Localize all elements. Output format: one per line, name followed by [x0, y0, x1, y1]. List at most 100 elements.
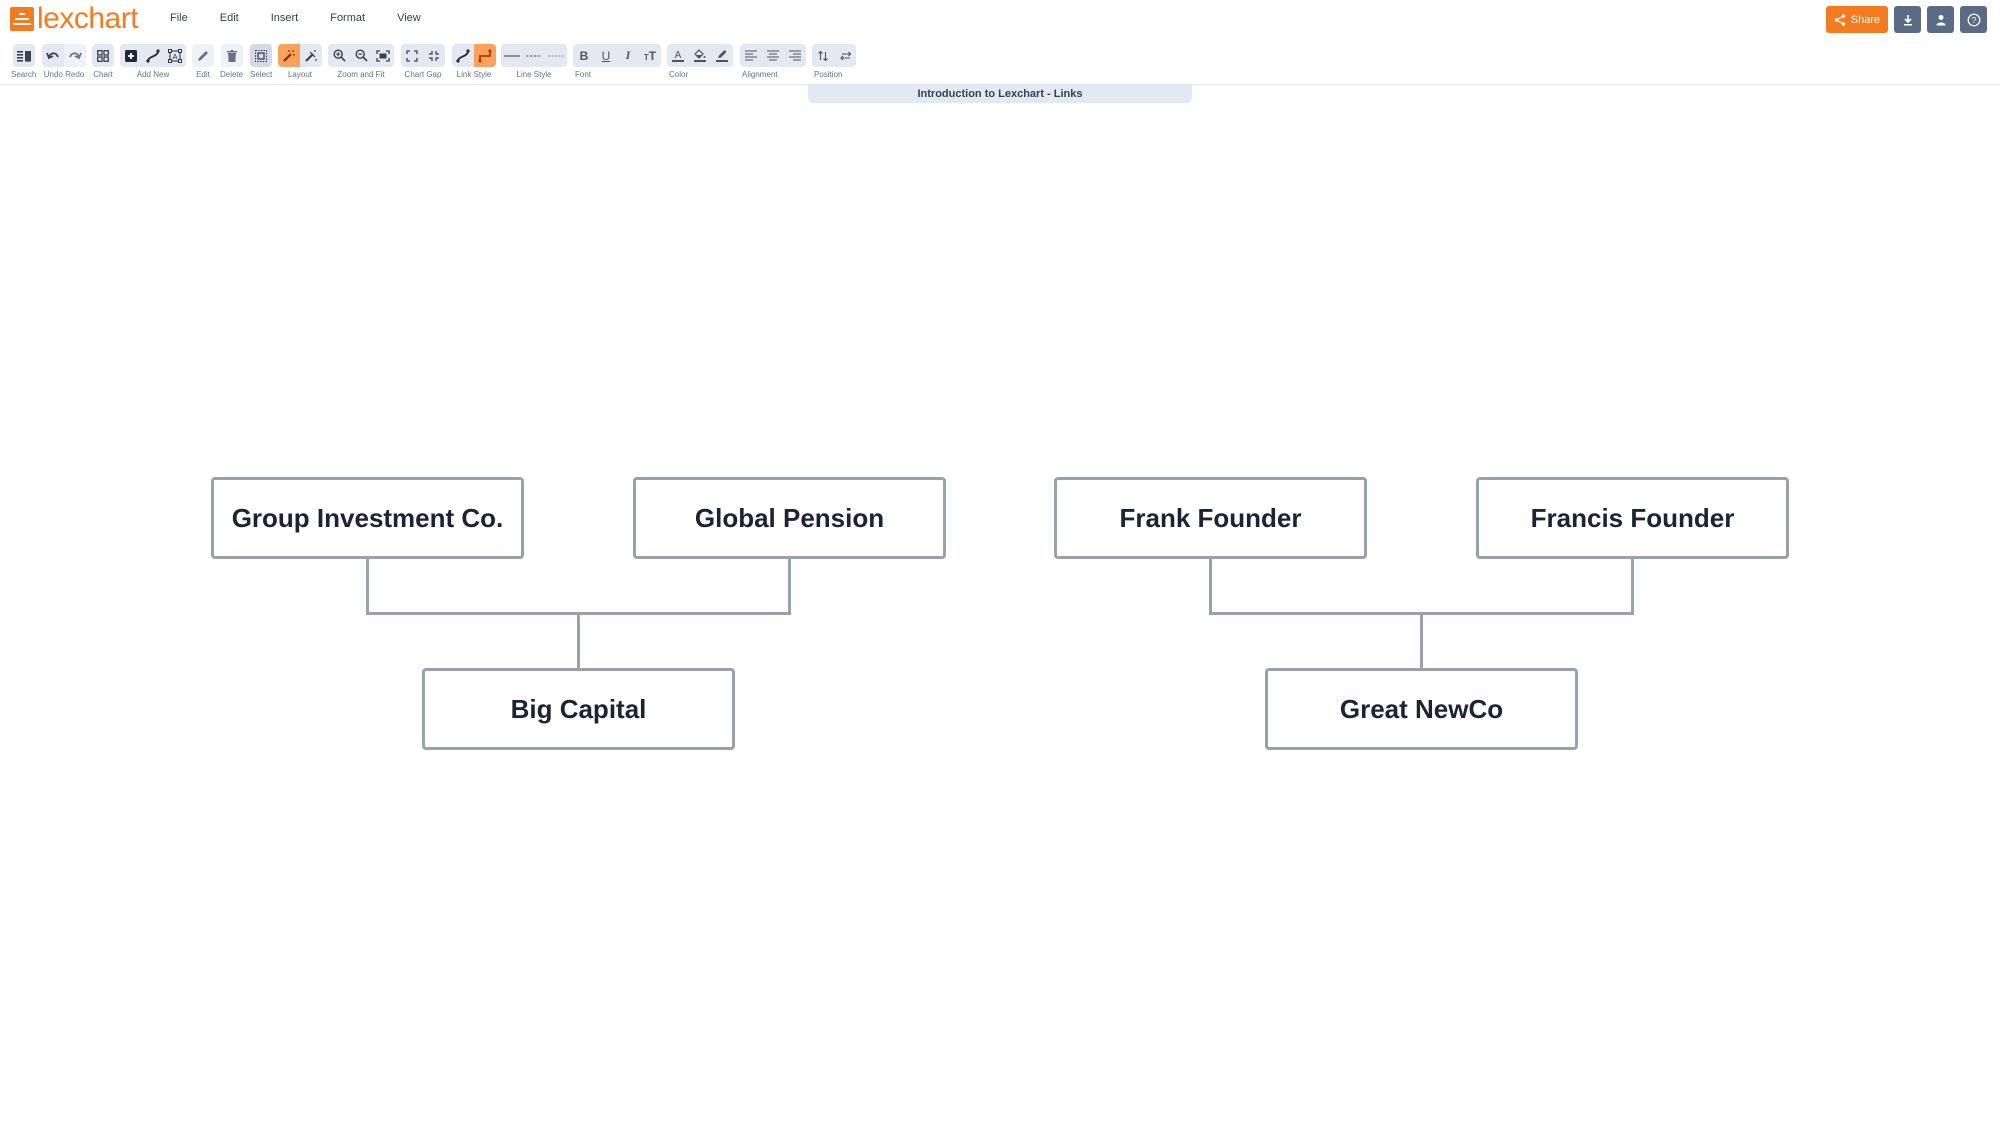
select-button[interactable]	[250, 44, 272, 67]
link-n4-n6[interactable]	[1209, 559, 1423, 668]
toolbar-label-line-style: Line Style	[516, 70, 552, 79]
toolbar-group-select: Select	[250, 44, 272, 79]
add-link-button[interactable]	[142, 44, 164, 67]
text-size-button[interactable]: TT	[639, 44, 661, 67]
node-frank-founder[interactable]: Frank Founder	[1054, 477, 1367, 559]
toolbar-label-chart: Chart	[93, 70, 113, 79]
menu-edit[interactable]: Edit	[210, 10, 249, 26]
bold-button[interactable]: B	[573, 44, 595, 67]
fill-color-icon	[694, 48, 706, 62]
toolbar-group-layout: Layout	[278, 44, 322, 79]
align-center-icon	[767, 50, 779, 61]
toolbar-group-undo-redo: Undo Redo	[42, 44, 86, 79]
layout-auto-button[interactable]	[278, 44, 300, 67]
download-button[interactable]	[1894, 6, 1921, 33]
swap-horizontal-button[interactable]	[834, 44, 856, 67]
curved-link-icon	[456, 48, 470, 63]
zoom-in-button[interactable]	[328, 44, 350, 67]
trash-icon	[226, 49, 237, 62]
add-text-icon: A	[168, 48, 182, 63]
italic-button[interactable]: I	[617, 44, 639, 67]
svg-text:A: A	[172, 52, 177, 61]
expand-gap-button[interactable]	[401, 44, 423, 67]
search-button[interactable]	[13, 44, 35, 67]
fit-button[interactable]	[372, 44, 394, 67]
fill-color-button[interactable]	[689, 44, 711, 67]
toolbar-group-chart: Chart	[92, 44, 114, 79]
help-button[interactable]: ?	[1960, 6, 1987, 33]
user-button[interactable]	[1927, 6, 1954, 33]
toolbar-label-color: Color	[669, 70, 689, 79]
toolbar-group-link-style: Link Style	[452, 44, 496, 79]
toolbar-group-add-new: A Add New	[120, 44, 186, 79]
align-left-button[interactable]	[740, 44, 762, 67]
swap-vertical-button[interactable]	[812, 44, 834, 67]
shrink-gap-button[interactable]	[423, 44, 445, 67]
zoom-out-icon	[354, 49, 368, 62]
align-center-button[interactable]	[762, 44, 784, 67]
share-button[interactable]: Share	[1826, 6, 1888, 33]
edit-button[interactable]	[192, 44, 214, 67]
undo-button[interactable]	[42, 44, 64, 67]
text-color-button[interactable]: A	[667, 44, 689, 67]
link-n2-n3[interactable]	[577, 559, 791, 668]
toolbar-label-undo: Undo	[43, 70, 63, 79]
top-bar: lexchart File Edit Insert Format View Sh…	[0, 0, 2000, 38]
toolbar-label-chart-gap: Chart Gap	[404, 70, 442, 79]
top-actions: Share ?	[1826, 6, 1987, 33]
toolbar-label-font: Font	[575, 70, 592, 79]
dotted-line-button[interactable]	[545, 44, 567, 67]
elbow-link-button[interactable]	[474, 44, 496, 67]
align-right-button[interactable]	[784, 44, 806, 67]
links-layer	[366, 559, 1634, 668]
line-color-button[interactable]	[711, 44, 733, 67]
underline-icon: U	[601, 48, 611, 63]
toolbar-label-zoom-fit: Zoom and Fit	[337, 70, 385, 79]
toolbar-group-font: B U I TT Font	[573, 44, 661, 79]
download-icon	[1903, 14, 1912, 25]
text-size-icon: TT	[643, 48, 657, 63]
toolbar-group-zoom: Zoom and Fit	[328, 44, 394, 79]
node-group-investment-co[interactable]: Group Investment Co.	[211, 477, 524, 559]
text-color-icon: A	[672, 50, 684, 62]
search-panel-icon	[16, 50, 31, 62]
layout-manual-button[interactable]	[300, 44, 322, 67]
dashed-line-button[interactable]	[523, 44, 545, 67]
toolbar-label-edit: Edit	[196, 70, 210, 79]
toolbar-label-add-new: Add New	[136, 70, 170, 79]
zoom-out-button[interactable]	[350, 44, 372, 67]
lexchart-logo[interactable]: lexchart	[10, 4, 139, 34]
help-icon: ?	[1967, 13, 1980, 26]
menu-file[interactable]: File	[160, 10, 198, 26]
node-francis-founder[interactable]: Francis Founder	[1476, 477, 1789, 559]
node-global-pension[interactable]: Global Pension	[633, 477, 946, 559]
menu-format[interactable]: Format	[320, 10, 375, 26]
link-n5-n6[interactable]	[1420, 559, 1634, 668]
node-great-newco[interactable]: Great NewCo	[1265, 668, 1578, 750]
solid-line-button[interactable]	[501, 44, 523, 67]
toolbar: Search Undo Redo Chart A Add New Edit De…	[0, 42, 2000, 85]
delete-button[interactable]	[221, 44, 243, 67]
menu-insert[interactable]: Insert	[261, 10, 309, 26]
underline-button[interactable]: U	[595, 44, 617, 67]
align-right-icon	[789, 50, 801, 61]
toolbar-label-link-style: Link Style	[456, 70, 492, 79]
curved-link-button[interactable]	[452, 44, 474, 67]
node-big-capital[interactable]: Big Capital	[422, 668, 735, 750]
toolbar-group-alignment: Alignment	[740, 44, 806, 79]
add-box-icon	[125, 49, 137, 62]
expand-gap-icon	[406, 49, 418, 62]
swap-vertical-icon	[818, 50, 828, 61]
add-text-button[interactable]: A	[164, 44, 186, 67]
chart-canvas[interactable]: Group Investment Co. Global Pension Big …	[0, 86, 2000, 1125]
italic-icon: I	[625, 48, 631, 62]
add-box-button[interactable]	[120, 44, 142, 67]
link-n1-n3[interactable]	[366, 559, 580, 668]
redo-button[interactable]	[64, 44, 86, 67]
menu-view[interactable]: View	[387, 10, 431, 26]
chart-button[interactable]	[92, 44, 114, 67]
toolbar-label-position: Position	[814, 70, 843, 79]
toolbar-label-redo: Redo	[65, 70, 85, 79]
dashed-line-icon	[526, 54, 542, 57]
fit-icon	[376, 49, 390, 62]
